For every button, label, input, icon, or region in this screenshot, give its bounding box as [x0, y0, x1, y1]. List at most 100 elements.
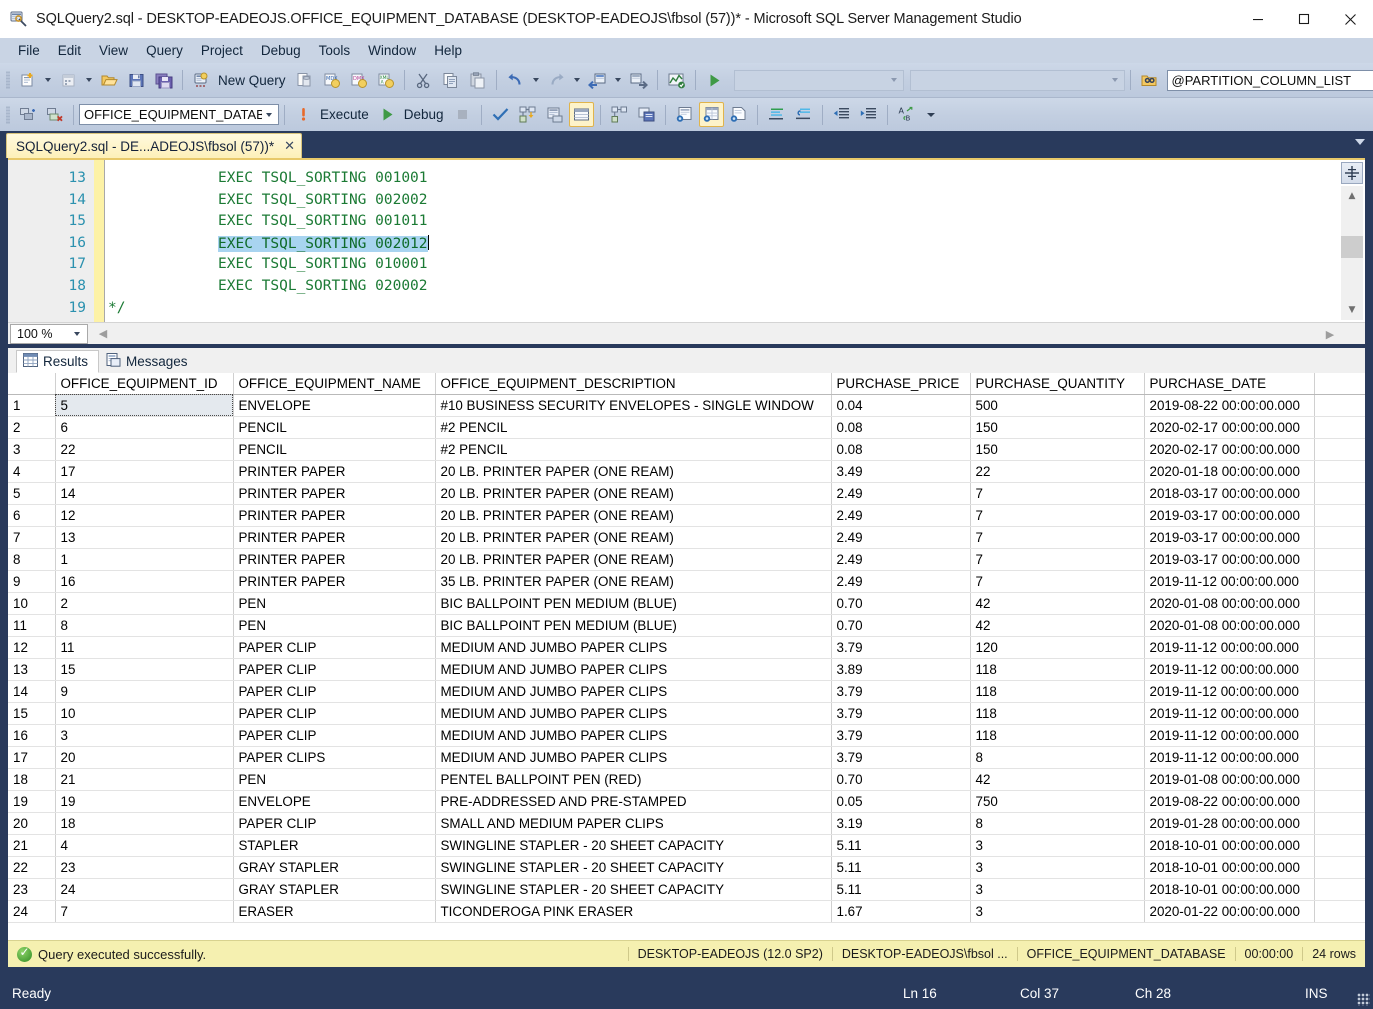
cell-purchase-quantity[interactable]: 3: [970, 900, 1144, 922]
cell-office-equipment-description[interactable]: SMALL AND MEDIUM PAPER CLIPS: [435, 812, 831, 834]
save-icon[interactable]: [124, 68, 149, 93]
menu-edit[interactable]: Edit: [49, 40, 90, 62]
cell-office-equipment-name[interactable]: PEN: [233, 592, 435, 614]
cell-office-equipment-id[interactable]: 1: [55, 548, 233, 570]
table-row[interactable]: 713PRINTER PAPER20 LB. PRINTER PAPER (ON…: [8, 526, 1365, 548]
cell-purchase-price[interactable]: 5.11: [831, 856, 970, 878]
cell-office-equipment-name[interactable]: PAPER CLIP: [233, 680, 435, 702]
row-number[interactable]: 19: [8, 790, 55, 812]
cell-office-equipment-id[interactable]: 23: [55, 856, 233, 878]
editor-line[interactable]: 18 EXEC TSQL_SORTING 020002: [8, 278, 1365, 300]
cell-purchase-date[interactable]: 2019-03-17 00:00:00.000: [1144, 548, 1314, 570]
cell-office-equipment-description[interactable]: MEDIUM AND JUMBO PAPER CLIPS: [435, 702, 831, 724]
cell-office-equipment-name[interactable]: ERASER: [233, 900, 435, 922]
scroll-down-icon[interactable]: ▼: [1341, 300, 1363, 320]
close-icon[interactable]: ✕: [284, 139, 295, 154]
cell-office-equipment-name[interactable]: PRINTER PAPER: [233, 460, 435, 482]
redo-icon[interactable]: [544, 68, 569, 93]
save-all-icon[interactable]: [151, 68, 176, 93]
cell-purchase-date[interactable]: 2019-08-22 00:00:00.000: [1144, 790, 1314, 812]
cell-office-equipment-name[interactable]: PAPER CLIP: [233, 812, 435, 834]
new-project-dropdown-caret[interactable]: [45, 78, 51, 82]
configuration-dropdown[interactable]: [734, 70, 904, 91]
row-number[interactable]: 20: [8, 812, 55, 834]
editor-line-selected[interactable]: 16 EXEC TSQL_SORTING 002012: [8, 235, 1365, 257]
table-row[interactable]: 2324GRAY STAPLERSWINGLINE STAPLER - 20 S…: [8, 878, 1365, 900]
comment-icon[interactable]: [764, 102, 789, 127]
execute-label[interactable]: Execute: [317, 107, 374, 122]
row-number-header[interactable]: [8, 373, 55, 394]
menu-file[interactable]: File: [9, 40, 49, 62]
table-row[interactable]: 1211PAPER CLIPMEDIUM AND JUMBO PAPER CLI…: [8, 636, 1365, 658]
table-row[interactable]: 247ERASERTICONDEROGA PINK ERASER1.673202…: [8, 900, 1365, 922]
cell-purchase-date[interactable]: 2019-11-12 00:00:00.000: [1144, 724, 1314, 746]
column-header-purchase-quantity[interactable]: PURCHASE_QUANTITY: [970, 373, 1144, 394]
row-number[interactable]: 8: [8, 548, 55, 570]
cell-office-equipment-name[interactable]: ENVELOPE: [233, 394, 435, 416]
cell-office-equipment-name[interactable]: GRAY STAPLER: [233, 878, 435, 900]
editor-line[interactable]: 15 EXEC TSQL_SORTING 001011: [8, 213, 1365, 235]
cell-office-equipment-id[interactable]: 20: [55, 746, 233, 768]
cell-office-equipment-name[interactable]: STAPLER: [233, 834, 435, 856]
table-row[interactable]: 1720PAPER CLIPSMEDIUM AND JUMBO PAPER CL…: [8, 746, 1365, 768]
cell-purchase-quantity[interactable]: 42: [970, 614, 1144, 636]
platform-dropdown-caret[interactable]: [1112, 78, 1118, 82]
cell-purchase-quantity[interactable]: 118: [970, 680, 1144, 702]
cell-office-equipment-name[interactable]: PRINTER PAPER: [233, 526, 435, 548]
include-actual-plan-icon[interactable]: [607, 102, 632, 127]
paste-icon[interactable]: [465, 68, 490, 93]
cell-office-equipment-name[interactable]: PAPER CLIPS: [233, 746, 435, 768]
cell-purchase-quantity[interactable]: 750: [970, 790, 1144, 812]
column-header-purchase-price[interactable]: PURCHASE_PRICE: [831, 373, 970, 394]
cell-purchase-quantity[interactable]: 118: [970, 702, 1144, 724]
new-item-icon[interactable]: [56, 68, 81, 93]
row-number[interactable]: 12: [8, 636, 55, 658]
cell-office-equipment-name[interactable]: ENVELOPE: [233, 790, 435, 812]
cell-office-equipment-name[interactable]: PRINTER PAPER: [233, 548, 435, 570]
row-number[interactable]: 23: [8, 878, 55, 900]
cell-office-equipment-id[interactable]: 13: [55, 526, 233, 548]
cell-purchase-price[interactable]: 2.49: [831, 548, 970, 570]
row-number[interactable]: 11: [8, 614, 55, 636]
query-options-icon[interactable]: [542, 102, 567, 127]
cell-office-equipment-id[interactable]: 19: [55, 790, 233, 812]
cell-office-equipment-id[interactable]: 17: [55, 460, 233, 482]
partition-column-list-dropdown[interactable]: @PARTITION_COLUMN_LIST: [1167, 70, 1373, 91]
cell-purchase-date[interactable]: 2019-11-12 00:00:00.000: [1144, 746, 1314, 768]
cell-purchase-price[interactable]: 2.49: [831, 570, 970, 592]
undo-dropdown-caret[interactable]: [533, 78, 539, 82]
cell-office-equipment-description[interactable]: 20 LB. PRINTER PAPER (ONE REAM): [435, 504, 831, 526]
parse-icon[interactable]: [488, 102, 513, 127]
row-number[interactable]: 2: [8, 416, 55, 438]
sql-toolbar-grip[interactable]: [6, 106, 10, 124]
cell-office-equipment-id[interactable]: 3: [55, 724, 233, 746]
start-debugging-icon[interactable]: [702, 68, 727, 93]
cell-purchase-date[interactable]: 2018-10-01 00:00:00.000: [1144, 856, 1314, 878]
cell-purchase-price[interactable]: 2.49: [831, 482, 970, 504]
cell-office-equipment-description[interactable]: MEDIUM AND JUMBO PAPER CLIPS: [435, 746, 831, 768]
cell-office-equipment-id[interactable]: 10: [55, 702, 233, 724]
row-number[interactable]: 10: [8, 592, 55, 614]
column-header-purchase-date[interactable]: PURCHASE_DATE: [1144, 373, 1314, 394]
column-header-office-equipment-description[interactable]: OFFICE_EQUIPMENT_DESCRIPTION: [435, 373, 831, 394]
cell-purchase-price[interactable]: 3.79: [831, 702, 970, 724]
execute-icon[interactable]: [291, 102, 316, 127]
resize-grip[interactable]: [1357, 993, 1370, 1006]
new-analysis-services-mdx-query-icon[interactable]: MDX: [319, 68, 344, 93]
new-query-label[interactable]: New Query: [215, 73, 291, 88]
cell-purchase-quantity[interactable]: 3: [970, 856, 1144, 878]
cell-purchase-price[interactable]: 3.89: [831, 658, 970, 680]
database-dropdown[interactable]: OFFICE_EQUIPMENT_DATAB: [79, 104, 279, 125]
cell-purchase-quantity[interactable]: 150: [970, 438, 1144, 460]
cell-office-equipment-id[interactable]: 21: [55, 768, 233, 790]
row-number[interactable]: 13: [8, 658, 55, 680]
cell-purchase-price[interactable]: 0.70: [831, 614, 970, 636]
undo-icon[interactable]: [503, 68, 528, 93]
row-number[interactable]: 3: [8, 438, 55, 460]
column-header-office-equipment-name[interactable]: OFFICE_EQUIPMENT_NAME: [233, 373, 435, 394]
cut-icon[interactable]: [411, 68, 436, 93]
cell-purchase-price[interactable]: 0.08: [831, 416, 970, 438]
cell-purchase-date[interactable]: 2018-03-17 00:00:00.000: [1144, 482, 1314, 504]
new-project-icon[interactable]: [15, 68, 40, 93]
cell-purchase-quantity[interactable]: 118: [970, 658, 1144, 680]
